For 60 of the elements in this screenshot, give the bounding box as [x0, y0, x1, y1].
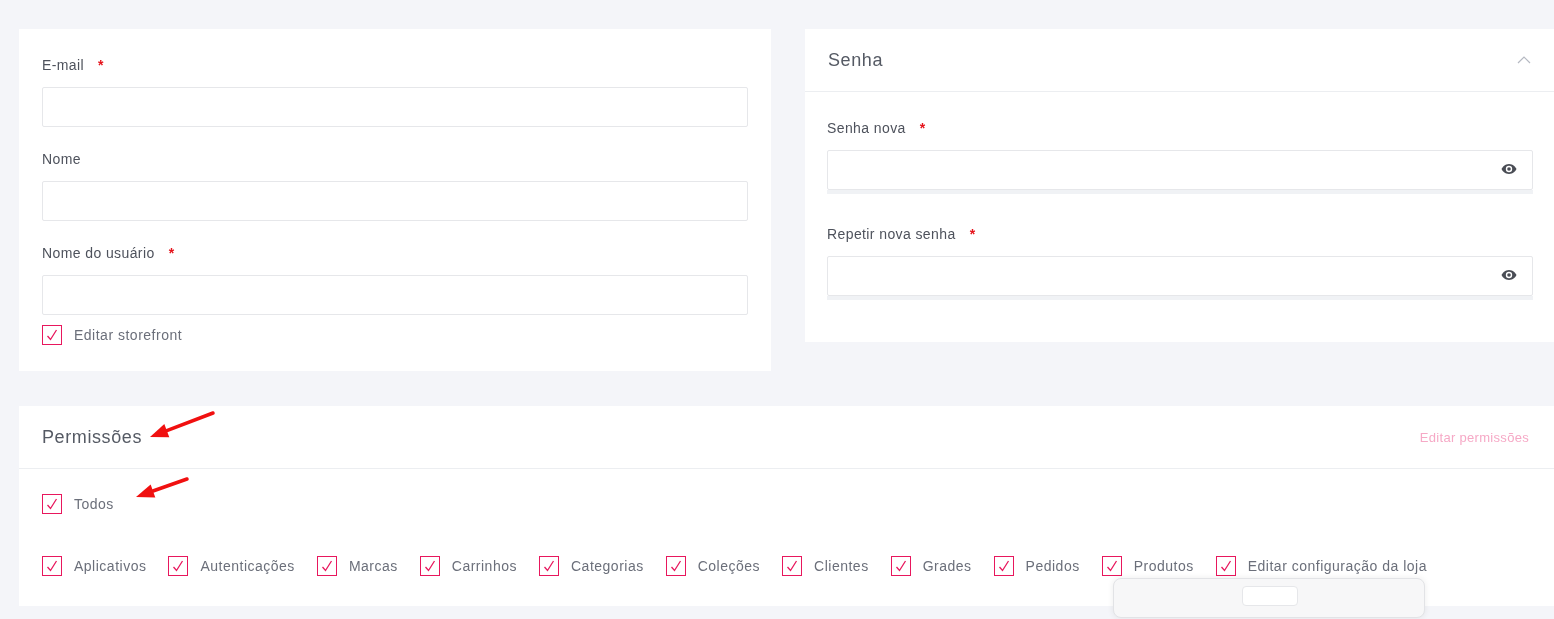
- check-icon: [894, 560, 907, 572]
- field-label: Senha nova: [827, 120, 906, 136]
- checkbox[interactable]: [1101, 556, 1122, 576]
- checkbox-label: Editar storefront: [74, 327, 183, 343]
- check-icon: [46, 560, 58, 572]
- password-field[interactable]: [827, 256, 1533, 296]
- checkbox[interactable]: [782, 556, 803, 576]
- check-icon: [46, 498, 58, 510]
- checkbox-label: Coleções: [697, 558, 761, 574]
- checkbox-label: Editar configuração da loja: [1247, 558, 1427, 574]
- checkbox-label: Grades: [922, 558, 972, 574]
- checkbox[interactable]: [890, 556, 911, 576]
- field-label: E-mail: [42, 57, 85, 73]
- checkbox[interactable]: [419, 556, 440, 576]
- check-icon: [997, 560, 1010, 572]
- checkbox-label: Autenticações: [200, 558, 295, 574]
- check-icon: [669, 560, 682, 572]
- checkbox[interactable]: [42, 556, 62, 576]
- checkbox[interactable]: [42, 494, 62, 514]
- checkbox[interactable]: [539, 556, 559, 576]
- checkbox-label: Carrinhos: [451, 558, 517, 574]
- input-field[interactable]: [42, 181, 748, 221]
- input-field[interactable]: [42, 275, 748, 315]
- checkbox[interactable]: [665, 556, 686, 576]
- eye-icon[interactable]: [1501, 269, 1517, 281]
- required-mark: *: [919, 120, 926, 136]
- required-mark: *: [969, 226, 976, 242]
- checkbox-label: Pedidos: [1025, 558, 1080, 574]
- edit-permissions-link[interactable]: Editar permissões: [1419, 429, 1529, 445]
- checkbox-label: Clientes: [814, 558, 869, 574]
- checkbox[interactable]: [993, 556, 1014, 576]
- password-field[interactable]: [827, 150, 1533, 190]
- checkbox-label: Marcas: [348, 558, 398, 574]
- field-label: Repetir nova senha: [827, 226, 956, 242]
- check-icon: [172, 560, 185, 572]
- section-title: Senha: [828, 49, 884, 71]
- checkbox[interactable]: [42, 325, 62, 345]
- required-mark: *: [168, 245, 175, 261]
- annotation-arrow: [136, 477, 189, 498]
- checkbox-label: Produtos: [1133, 558, 1194, 574]
- field-label: Nome do usuário: [42, 245, 155, 261]
- field-label: Nome: [42, 151, 81, 167]
- check-icon: [543, 560, 555, 572]
- checkbox[interactable]: [316, 556, 337, 576]
- check-icon: [1219, 560, 1232, 572]
- checkbox-label: Aplicativos: [74, 558, 147, 574]
- input-field[interactable]: [42, 87, 748, 127]
- section-title: Permissões: [42, 426, 143, 448]
- check-icon: [423, 560, 436, 572]
- checkbox-label: Todos: [74, 496, 114, 512]
- check-icon: [320, 560, 333, 572]
- required-mark: *: [98, 57, 104, 73]
- checkbox[interactable]: [168, 556, 189, 576]
- check-icon: [46, 329, 58, 341]
- check-icon: [786, 560, 799, 572]
- eye-icon[interactable]: [1501, 163, 1517, 175]
- annotation-arrow: [150, 411, 215, 438]
- checkbox[interactable]: [1215, 556, 1236, 576]
- check-icon: [1105, 560, 1118, 572]
- checkbox-label: Categorias: [571, 558, 644, 574]
